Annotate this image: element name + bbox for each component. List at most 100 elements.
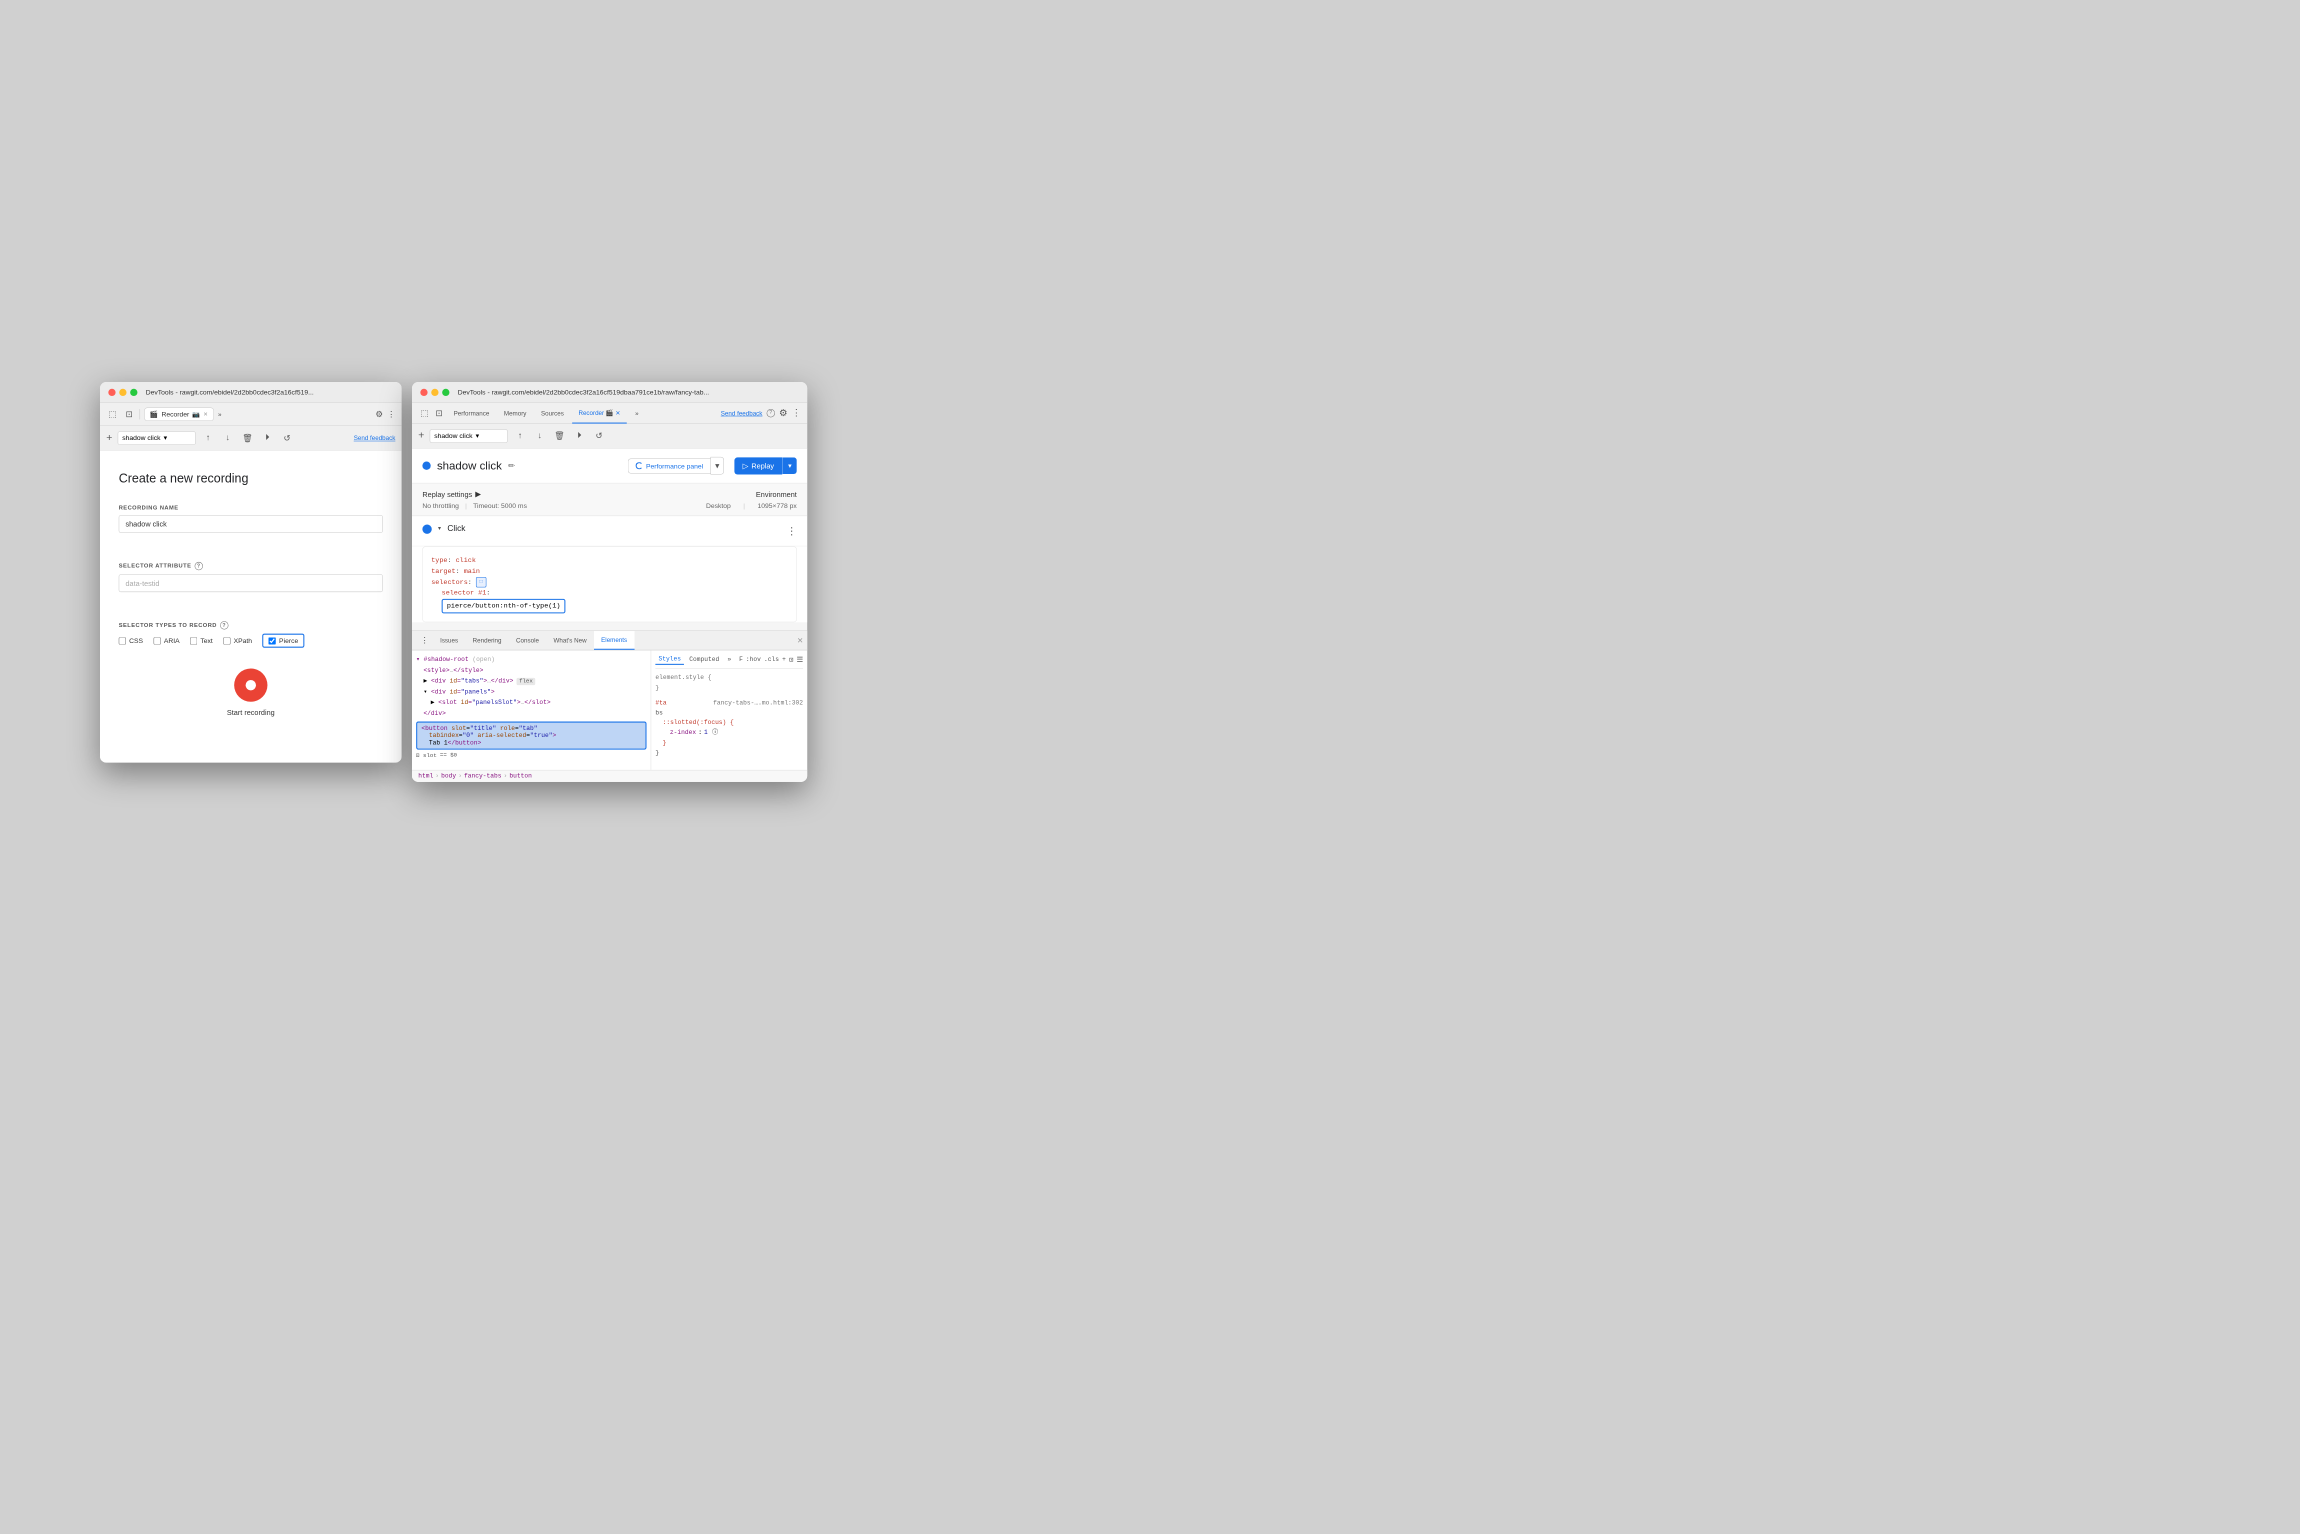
right-help-icon[interactable]: ? [767, 409, 775, 417]
right-add-recording-button[interactable]: + [418, 430, 424, 442]
export-icon[interactable]: ↑ [201, 431, 216, 446]
recording-name-input[interactable] [119, 515, 383, 533]
css-checkbox-item[interactable]: CSS [119, 637, 143, 645]
right-delete-icon[interactable]: 🗑 [552, 429, 567, 444]
left-recording-toolbar: + shadow click ▾ ↑ ↓ 🗑 ⏵ ↺ Send feedback [100, 426, 402, 451]
settings-divider: | [465, 502, 467, 510]
styles-filter-input[interactable]: F [739, 657, 743, 664]
more-tabs-icon[interactable]: » [218, 411, 221, 418]
styles-cls-button[interactable]: .cls [764, 657, 779, 664]
recording-dropdown[interactable]: shadow click ▾ [118, 431, 196, 445]
html-selected-block[interactable]: <button slot="title" role="tab" tabindex… [416, 722, 646, 750]
performance-panel-main-button[interactable]: Performance panel [628, 458, 711, 473]
more-options-icon[interactable]: ⋮ [387, 409, 395, 419]
css-checkbox[interactable] [119, 637, 126, 644]
styles-copy-icon[interactable]: ⊡ [789, 656, 793, 665]
bottom-tab-whats-new[interactable]: What's New [546, 632, 594, 651]
breadcrumb-fancy-tabs[interactable]: fancy-tabs [464, 773, 501, 780]
right-export-icon[interactable]: ↑ [513, 429, 528, 444]
bottom-tab-elements[interactable]: Elements [594, 632, 635, 651]
nav-tab-more[interactable]: » [629, 403, 645, 424]
import-icon[interactable]: ↓ [220, 431, 235, 446]
replay-icon[interactable]: ↺ [280, 431, 295, 446]
right-replay-icon[interactable]: ↺ [592, 429, 607, 444]
checkbox-group: CSS ARIA Text XPath [119, 634, 383, 648]
styles-add-icon[interactable]: + [782, 657, 786, 664]
text-checkbox[interactable] [190, 637, 197, 644]
xpath-checkbox[interactable] [223, 637, 230, 644]
add-recording-button[interactable]: + [106, 432, 112, 444]
selector-value-highlight[interactable]: pierce/button:nth-of-type(1) [442, 599, 566, 614]
right-recording-toolbar: + shadow click ▾ ↑ ↓ 🗑 ⏵ ↺ [412, 424, 807, 449]
right-close-light[interactable] [420, 389, 427, 396]
styles-tab-styles[interactable]: Styles [655, 655, 684, 665]
bottom-tab-issues[interactable]: Issues [433, 632, 466, 651]
right-more-icon[interactable]: ⋮ [792, 408, 801, 419]
right-import-icon[interactable]: ↓ [532, 429, 547, 444]
delete-icon[interactable]: 🗑 [240, 431, 255, 446]
breadcrumb-body[interactable]: body [441, 773, 456, 780]
html-tabs-div: ▶ <div id="tabs">…</div>flex [416, 676, 646, 687]
right-settings-icon[interactable]: ⚙ [779, 408, 787, 419]
breadcrumb-html[interactable]: html [418, 773, 433, 780]
bottom-dots-icon[interactable]: ⋮ [416, 636, 433, 646]
selector-types-help-icon[interactable]: ? [220, 621, 228, 629]
send-feedback-link[interactable]: Send feedback [354, 435, 396, 442]
performance-panel-dropdown-button[interactable]: ▾ [710, 457, 724, 475]
replay-dropdown-button[interactable]: ▾ [782, 458, 796, 475]
text-checkbox-item[interactable]: Text [190, 637, 213, 645]
nav-tab-memory[interactable]: Memory [498, 403, 533, 424]
nav-tab-sources[interactable]: Sources [535, 403, 570, 424]
bottom-tab-console[interactable]: Console [509, 632, 546, 651]
nav-responsive-icon[interactable]: ⊡ [433, 407, 445, 419]
close-traffic-light[interactable] [108, 389, 115, 396]
html-selected-element[interactable]: <button slot="title" role="tab" tabindex… [416, 722, 646, 750]
responsive-icon[interactable]: ⊡ [123, 408, 135, 420]
pierce-checkbox-item[interactable]: Pierce [262, 634, 304, 648]
recorder-tab[interactable]: 🎬 Recorder 📷 ✕ [144, 408, 214, 422]
rule-selector-ta: #ta [655, 698, 666, 708]
help-icon[interactable]: ? [194, 562, 202, 570]
recording-status-dot [422, 462, 430, 470]
minimize-traffic-light[interactable] [119, 389, 126, 396]
aria-checkbox[interactable] [153, 637, 160, 644]
replay-main-button[interactable]: ▷ Replay [734, 457, 782, 474]
record-dot-icon [246, 680, 256, 690]
edit-recording-name-icon[interactable]: ✏ [508, 461, 515, 471]
xpath-checkbox-item[interactable]: XPath [223, 637, 252, 645]
dimensions-value: 1095×778 px [758, 502, 797, 510]
bottom-tab-rendering[interactable]: Rendering [465, 632, 508, 651]
right-minimize-light[interactable] [431, 389, 438, 396]
selector-attribute-input[interactable] [119, 575, 383, 593]
right-play-icon[interactable]: ⏵ [572, 429, 587, 444]
nav-tab-performance[interactable]: Performance [447, 403, 495, 424]
settings-icon[interactable]: ⚙ [375, 409, 382, 419]
breadcrumb-button[interactable]: button [509, 773, 531, 780]
pierce-checkbox[interactable] [269, 637, 276, 644]
step-expand-icon[interactable]: ▾ [438, 525, 441, 532]
right-send-feedback-link[interactable]: Send feedback [721, 410, 763, 417]
aria-label: ARIA [164, 637, 180, 645]
screen-container: DevTools - rawgit.com/ebidel/2d2bb0cdec3… [100, 382, 1192, 782]
styles-tab-computed[interactable]: Computed [686, 656, 722, 665]
styles-tab-more[interactable]: » [724, 656, 734, 665]
xpath-label: XPath [234, 637, 252, 645]
right-maximize-light[interactable] [442, 389, 449, 396]
right-recording-dropdown[interactable]: shadow click ▾ [430, 429, 508, 443]
info-icon[interactable]: ⓘ [712, 728, 718, 738]
styles-layout-icon[interactable]: ☰ [797, 656, 804, 665]
start-recording-button[interactable] [234, 669, 267, 702]
replay-settings-title[interactable]: Replay settings ▶ [422, 490, 481, 499]
step-more-icon[interactable]: ⋮ [786, 525, 796, 538]
nav-tab-recorder[interactable]: Recorder 🎬 ✕ [572, 403, 627, 424]
maximize-traffic-light[interactable] [130, 389, 137, 396]
styles-hov-button[interactable]: :hov [746, 657, 761, 664]
bottom-panel-close-icon[interactable]: ✕ [797, 637, 803, 646]
style-rule-ta: #ta fancy-tabs-….mo.html:302 bs ::slotte… [655, 698, 803, 758]
cursor-icon[interactable]: ⬚ [106, 408, 118, 420]
html-shadow-root: ▾ #shadow-root (open) [416, 655, 646, 666]
nav-cursor-icon[interactable]: ⬚ [418, 407, 430, 419]
aria-checkbox-item[interactable]: ARIA [153, 637, 179, 645]
tab-close-icon[interactable]: ✕ [203, 411, 208, 418]
play-icon[interactable]: ⏵ [260, 431, 275, 446]
